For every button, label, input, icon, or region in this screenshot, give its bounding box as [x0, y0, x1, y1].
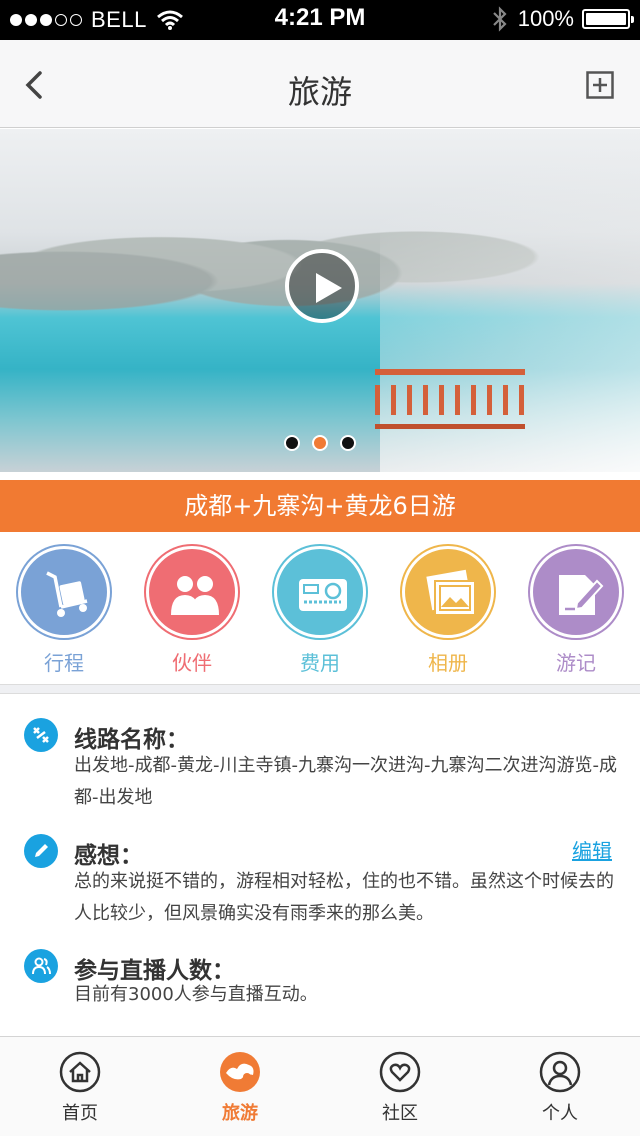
thoughts-body: 总的来说挺不错的，游程相对轻松，住的也不错。虽然这个时候去的人比较少，但风景确实… [74, 871, 614, 924]
viewers-section: 参与直播人数： 目前有3000人参与直播互动。 [0, 945, 640, 1015]
tab-label: 社区 [382, 1103, 418, 1124]
note-pen-icon [530, 546, 622, 638]
partners-icon [146, 546, 238, 638]
category-expenses[interactable]: 费用 [256, 532, 384, 684]
thoughts-section: 感想： 编辑 总的来说挺不错的，游程相对轻松，住的也不错。虽然这个时候去的人比较… [0, 830, 640, 930]
category-label: 相册 [428, 651, 468, 675]
tab-label: 首页 [62, 1103, 98, 1124]
pencil-icon [24, 834, 58, 868]
nav-bar: 旅游 [0, 40, 640, 128]
bluetooth-icon [492, 6, 507, 32]
luggage-cart-icon [18, 546, 110, 638]
pager-dot[interactable] [312, 435, 328, 451]
category-row: 行程 伙伴 费用 相册 游记 [0, 532, 640, 684]
category-itinerary[interactable]: 行程 [0, 532, 128, 684]
section-divider [0, 684, 640, 694]
hero-boardwalk [375, 369, 525, 429]
user-icon [539, 1051, 581, 1093]
photo-album-icon [402, 546, 494, 638]
people-icon [24, 949, 58, 983]
edit-link[interactable]: 编辑 [572, 835, 612, 864]
carousel-pager [0, 435, 640, 451]
tab-community[interactable]: 社区 [320, 1037, 480, 1136]
tab-label: 旅游 [222, 1103, 258, 1124]
tab-home[interactable]: 首页 [0, 1037, 160, 1136]
tab-label: 个人 [542, 1103, 578, 1124]
hero-video[interactable] [0, 129, 640, 472]
category-album[interactable]: 相册 [384, 532, 512, 684]
status-bar: BELL 4:21 PM 100% [0, 0, 640, 40]
home-icon [59, 1051, 101, 1093]
tab-profile[interactable]: 个人 [480, 1037, 640, 1136]
play-button[interactable] [285, 249, 359, 323]
page-title: 旅游 [287, 73, 352, 111]
category-partners[interactable]: 伙伴 [128, 532, 256, 684]
category-travelogue[interactable]: 游记 [512, 532, 640, 684]
category-label: 行程 [44, 651, 84, 675]
category-label: 费用 [300, 651, 340, 675]
status-right: 100% [492, 6, 634, 32]
tab-travel[interactable]: 旅游 [160, 1037, 320, 1136]
battery-icon [582, 9, 634, 29]
battery-percent: 100% [517, 6, 574, 31]
route-heading: 线路名称： [74, 727, 189, 753]
thoughts-heading: 感想： [74, 843, 143, 869]
route-icon [24, 718, 58, 752]
pager-dot[interactable] [340, 435, 356, 451]
card-money-icon [274, 546, 366, 638]
route-body: 出发地-成都-黄龙-川主寺镇-九寨沟一次进沟-九寨沟二次进沟游览-成都-出发地 [74, 755, 617, 808]
category-label: 游记 [556, 651, 596, 675]
heart-icon [379, 1051, 421, 1093]
pager-dot[interactable] [284, 435, 300, 451]
trip-title-banner: 成都+九寨沟+黄龙6日游 [0, 480, 640, 532]
battery-fill [586, 13, 626, 25]
plus-square-icon[interactable] [586, 71, 614, 99]
route-section: 线路名称： 出发地-成都-黄龙-川主寺镇-九寨沟一次进沟-九寨沟二次进沟游览-成… [0, 714, 640, 814]
viewers-body: 目前有3000人参与直播互动。 [74, 984, 318, 1005]
travel-icon [220, 1052, 260, 1092]
category-label: 伙伴 [172, 651, 212, 675]
tab-bar: 首页 旅游 社区 个人 [0, 1036, 640, 1136]
